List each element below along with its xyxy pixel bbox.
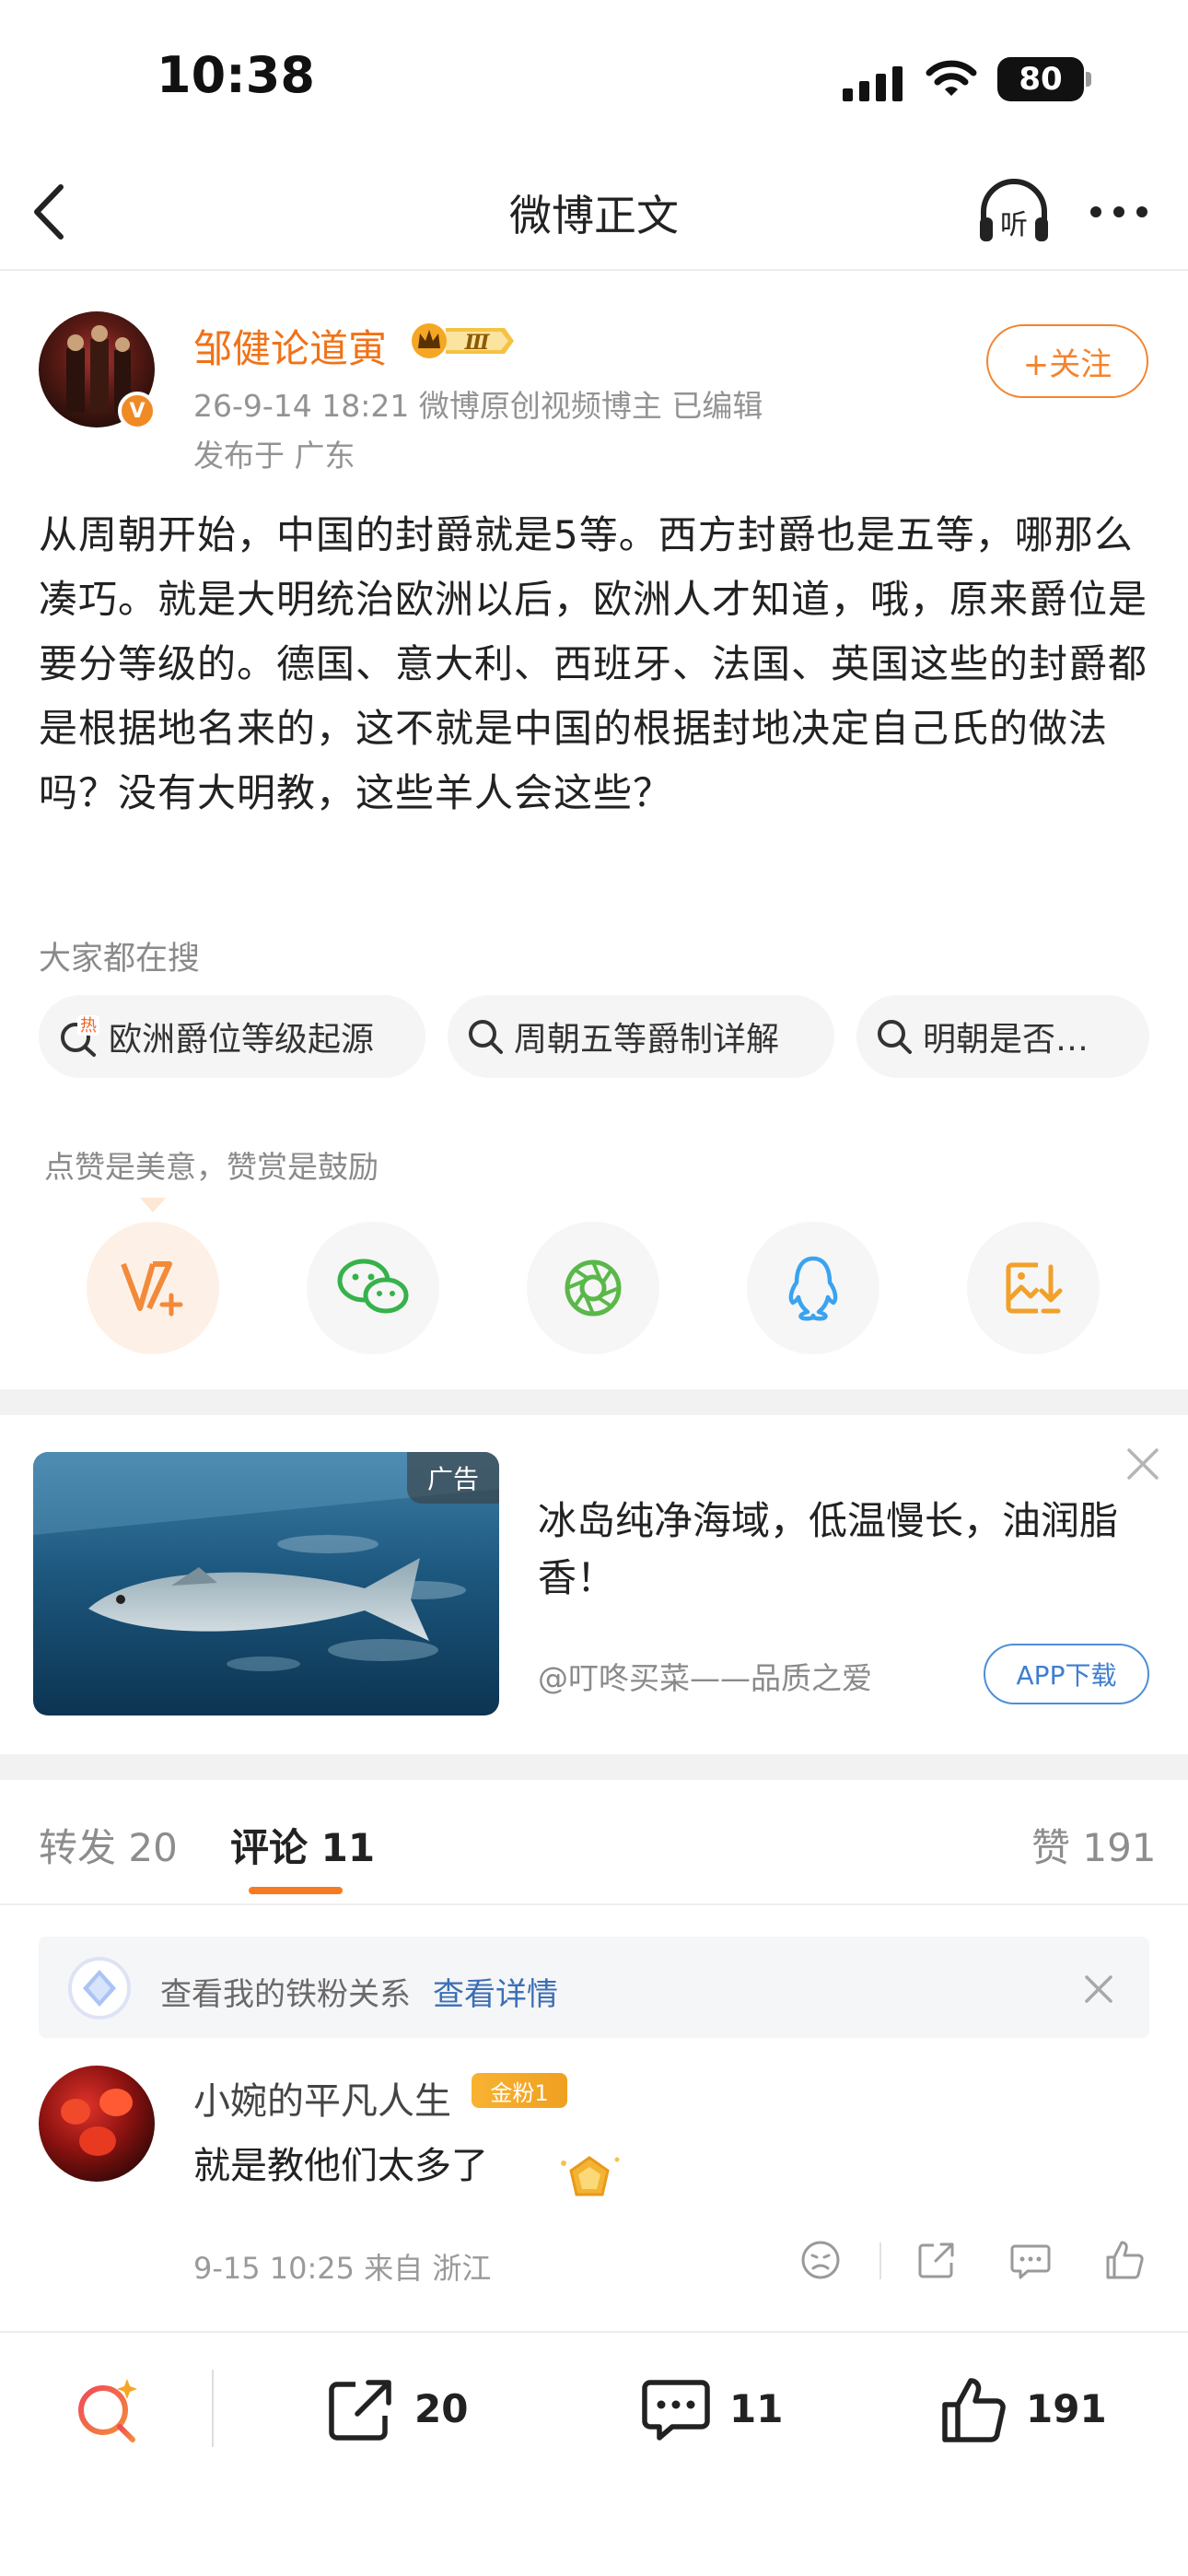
search-chip-label: 欧洲爵位等级起源 — [109, 1021, 375, 1059]
tooltip-arrow — [140, 1198, 166, 1212]
battery-level: 80 — [1019, 61, 1063, 98]
wechat-icon — [337, 1259, 409, 1314]
smart-search-icon[interactable] — [72, 2373, 146, 2447]
tabs-divider — [0, 1903, 1188, 1905]
comment-meta: 9-15 10:25 来自 浙江 — [193, 2251, 492, 2286]
save-image-button[interactable] — [967, 1222, 1100, 1354]
section-gap — [0, 1754, 1188, 1780]
gold-medal-icon — [561, 2156, 620, 2196]
wifi-icon — [926, 60, 977, 96]
search-chip[interactable]: 明朝是否… — [856, 995, 1149, 1078]
post-body: 从周朝开始，中国的封爵就是5等。西方封爵也是五等，哪那么凑巧。就是大明统治欧洲以… — [39, 512, 1148, 815]
reward-v-plus-icon — [121, 1261, 183, 1317]
diamond-fan-icon — [68, 1957, 131, 2020]
dislike-face-icon[interactable] — [798, 2237, 844, 2283]
share-wechat-button[interactable] — [307, 1222, 439, 1354]
iron-fan-text: 查看我的铁粉关系 — [160, 1976, 411, 2013]
tab-repost[interactable]: 转发 20 — [39, 1817, 178, 1873]
bottom-bar-divider — [212, 2370, 214, 2447]
hot-mark: 热 — [80, 1016, 97, 1036]
ad-close-icon[interactable] — [1122, 1443, 1164, 1485]
section-gap — [0, 1389, 1188, 1415]
active-tab-indicator — [249, 1887, 343, 1894]
share-moments-button[interactable] — [527, 1222, 659, 1354]
follow-button[interactable]: +关注 — [986, 324, 1148, 398]
comment-like-icon[interactable] — [1101, 2237, 1147, 2283]
search-icon — [469, 1020, 503, 1054]
save-image-icon — [1006, 1262, 1063, 1314]
ad-tag: 广告 — [407, 1452, 499, 1504]
ad-source[interactable]: @叮咚买菜——品质之爱 — [538, 1654, 872, 1698]
post-location: 发布于 广东 — [193, 438, 355, 474]
reward-tip: 点赞是美意，赞赏是鼓励 — [44, 1149, 379, 1185]
comment-text[interactable]: 就是教他们太多了 — [193, 2136, 488, 2189]
commenter-name[interactable]: 小婉的平凡人生 — [193, 2071, 451, 2125]
tab-like[interactable]: 赞 191 — [1031, 1817, 1157, 1873]
search-chip[interactable]: 热 欧洲爵位等级起源 — [39, 995, 425, 1078]
comment-reply-icon[interactable] — [1007, 2237, 1054, 2283]
tab-comment[interactable]: 评论 11 — [230, 1817, 375, 1873]
moments-icon — [565, 1259, 622, 1317]
cellular-signal-icon — [843, 64, 903, 101]
status-time: 10:38 — [157, 46, 315, 104]
comment-repost-icon[interactable] — [914, 2237, 960, 2283]
hot-search-icon: 热 — [61, 1015, 99, 1057]
svg-text:听: 听 — [1000, 209, 1028, 241]
like-count[interactable]: 191 — [1026, 2386, 1107, 2431]
like-icon[interactable] — [938, 2375, 1011, 2445]
crown-vip-badge-icon: Ⅲ — [412, 323, 514, 358]
commenter-avatar[interactable] — [39, 2066, 155, 2182]
more-icon[interactable] — [1087, 189, 1151, 235]
repost-count[interactable]: 20 — [414, 2386, 468, 2431]
search-chip-label: 周朝五等爵制详解 — [514, 1021, 780, 1059]
verified-badge: V — [118, 392, 157, 430]
close-icon[interactable] — [1083, 1973, 1114, 2005]
iron-fan-details-link[interactable]: 查看详情 — [433, 1969, 558, 2014]
vip-level: Ⅲ — [464, 331, 491, 355]
gold-fan-badge: 金粉1 — [472, 2073, 567, 2108]
search-chip[interactable]: 周朝五等爵制详解 — [448, 995, 834, 1078]
search-chip-label: 明朝是否… — [923, 1021, 1089, 1059]
ad-title[interactable]: 冰岛纯净海域，低温慢长，油润脂香！ — [538, 1493, 1136, 1607]
search-icon — [878, 1020, 912, 1054]
repost-icon[interactable] — [324, 2375, 398, 2445]
bottom-action-bar — [0, 2331, 1188, 2576]
reward-button[interactable] — [87, 1222, 219, 1354]
author-name[interactable]: 邹健论道寅 — [193, 318, 387, 374]
ad-download-button[interactable]: APP下载 — [984, 1644, 1149, 1704]
qq-icon — [788, 1256, 838, 1321]
comment-icon[interactable] — [639, 2375, 713, 2445]
trending-search-title: 大家都在搜 — [39, 941, 201, 978]
comment-count[interactable]: 11 — [729, 2386, 783, 2431]
battery-indicator: 80 — [997, 57, 1091, 101]
nav-divider — [0, 269, 1188, 271]
listen-headphones-icon[interactable]: 听 — [976, 177, 1052, 247]
red-lanterns-image — [61, 2089, 133, 2156]
post-meta: 26-9-14 18:21 微博原创视频博主 已编辑 — [193, 388, 763, 424]
comment-actions-divider — [879, 2242, 881, 2279]
share-qq-button[interactable] — [747, 1222, 879, 1354]
